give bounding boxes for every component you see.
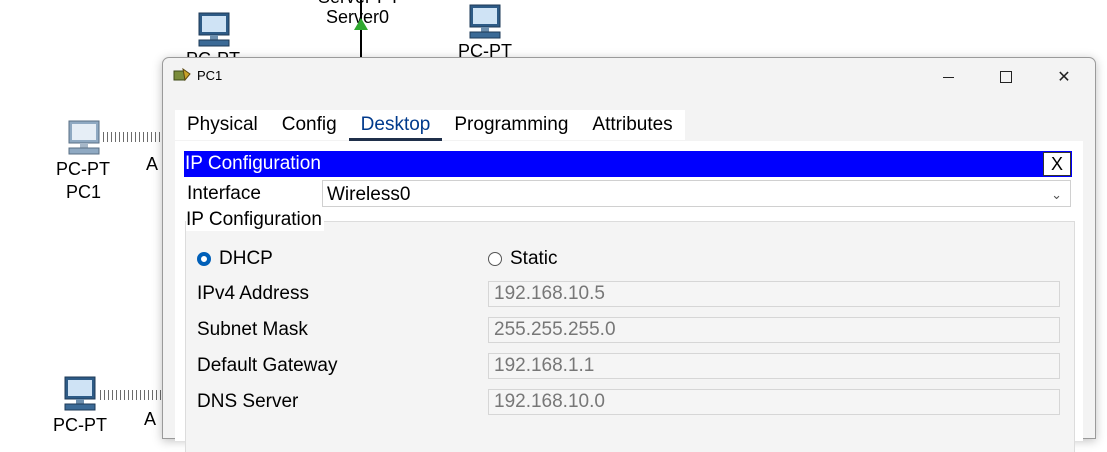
pc-monitor-icon[interactable] xyxy=(467,4,503,42)
wireless-signal-icon xyxy=(103,132,163,142)
tab-attributes[interactable]: Attributes xyxy=(580,110,684,140)
interface-label: Interface xyxy=(187,183,261,204)
dns-server-label: DNS Server xyxy=(197,391,299,412)
desktop-content: IP Configuration X Interface Wireless0 ⌄… xyxy=(175,141,1083,452)
subnet-mask-label: Subnet Mask xyxy=(197,319,308,340)
pc-bottom-type-label: PC-PT xyxy=(53,415,107,435)
ip-configuration-title: IP Configuration xyxy=(185,153,321,174)
tab-bar: Physical Config Desktop Programming Attr… xyxy=(175,110,685,142)
default-gateway-label: Default Gateway xyxy=(197,355,338,376)
pc1-type-label: PC-PT xyxy=(56,159,110,179)
pc-monitor-icon[interactable] xyxy=(62,376,98,414)
link-status-up-icon xyxy=(354,18,368,30)
minimize-button[interactable] xyxy=(919,58,977,96)
ip-config-close-button[interactable]: X xyxy=(1043,152,1071,176)
radio-unchecked-icon xyxy=(488,252,502,266)
tab-physical[interactable]: Physical xyxy=(175,110,270,140)
tab-config[interactable]: Config xyxy=(270,110,349,140)
ip-configuration-group-title: IP Configuration xyxy=(186,209,324,231)
dns-server-field[interactable]: 192.168.10.0 xyxy=(488,389,1060,415)
server-link-line xyxy=(360,0,362,60)
subnet-mask-field[interactable]: 255.255.255.0 xyxy=(488,317,1060,343)
window-title: PC1 xyxy=(197,68,223,83)
ip-configuration-titlebar: IP Configuration X xyxy=(184,151,1072,177)
pc1-window: PC1 ✕ Physical Config Desktop Programmin… xyxy=(162,57,1096,452)
ip-configuration-group: IP Configuration DHCP Static IPv4 Addres… xyxy=(185,209,1075,452)
maximize-icon xyxy=(1000,71,1012,83)
static-label: Static xyxy=(510,248,558,269)
ipv4-address-label: IPv4 Address xyxy=(197,283,309,304)
window-titlebar[interactable]: PC1 ✕ xyxy=(163,58,1095,96)
packet-tracer-app-icon xyxy=(173,68,191,82)
dhcp-radio[interactable]: DHCP xyxy=(197,248,273,270)
close-icon: ✕ xyxy=(1057,69,1071,86)
pc-bottom-side-label: A xyxy=(144,409,157,429)
radio-checked-icon xyxy=(197,252,211,266)
interface-value: Wireless0 xyxy=(327,184,411,205)
interface-select[interactable]: Wireless0 ⌄ xyxy=(322,180,1071,207)
maximize-button[interactable] xyxy=(977,58,1035,96)
chevron-down-icon: ⌄ xyxy=(1051,187,1062,202)
tab-programming[interactable]: Programming xyxy=(442,110,580,140)
tab-desktop[interactable]: Desktop xyxy=(348,110,443,142)
wireless-signal-icon xyxy=(100,390,162,400)
static-radio[interactable]: Static xyxy=(488,248,558,270)
pc-monitor-icon[interactable] xyxy=(196,12,232,50)
default-gateway-field[interactable]: 192.168.1.1 xyxy=(488,353,1060,379)
close-window-button[interactable]: ✕ xyxy=(1035,58,1093,96)
minimize-icon xyxy=(942,76,954,78)
pc1-icon[interactable] xyxy=(66,120,102,158)
ipv4-address-field[interactable]: 192.168.10.5 xyxy=(488,281,1060,307)
pc1-name-label: PC1 xyxy=(66,182,102,202)
dhcp-label: DHCP xyxy=(219,248,273,269)
pc1-side-label: A xyxy=(146,154,159,174)
